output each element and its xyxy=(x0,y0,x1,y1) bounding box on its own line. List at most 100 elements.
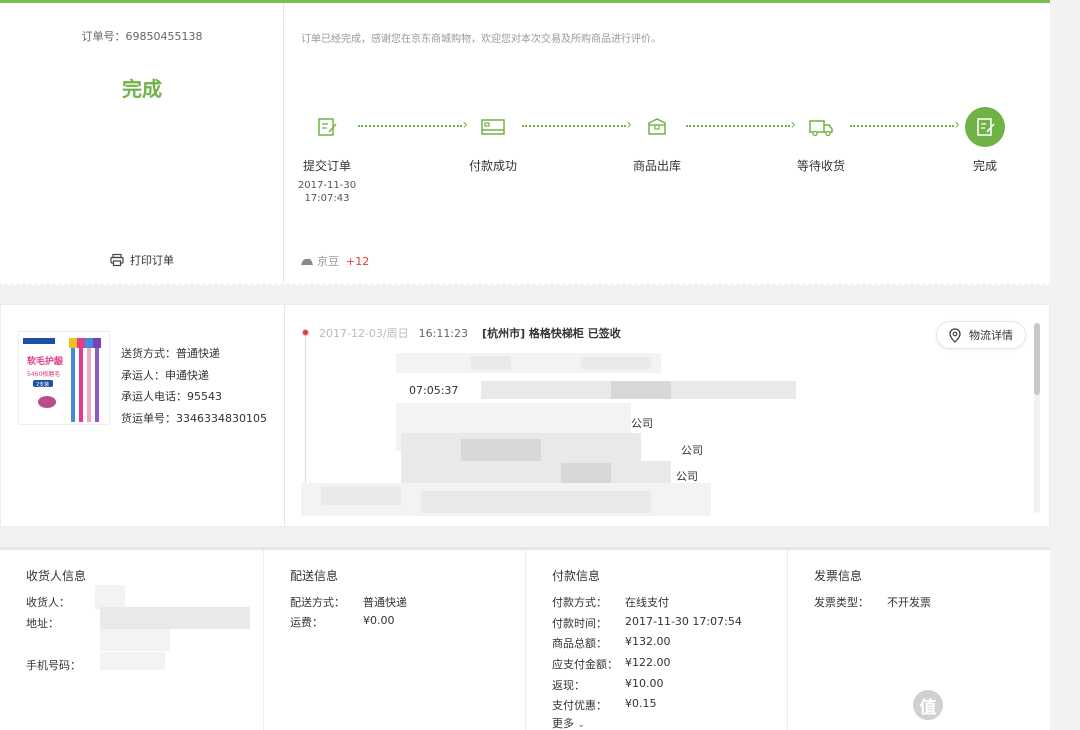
blurred-text xyxy=(421,491,651,513)
order-status: 完成 xyxy=(122,77,162,101)
delivery-method: 送货方式：普通快递 xyxy=(121,347,220,360)
more-label: 更多 xyxy=(552,717,574,730)
tracking-scrollbar[interactable] xyxy=(1034,323,1040,513)
complete-icon xyxy=(965,107,1005,147)
carrier: 承运人：申通快递 xyxy=(121,368,209,382)
kv-key: 返现： xyxy=(552,679,585,692)
kv-value: ¥10.00 xyxy=(625,677,664,690)
watermark-text: 什么值得买 xyxy=(949,694,1049,719)
receiver-info: 收货人信息 收货人： 地址： 手机号码： xyxy=(0,550,263,730)
logistics-panel: 软毛护龈 5460根磨毛 2支装 送货方式：普通快递 承运人：申通快递 承运人电… xyxy=(0,304,1050,527)
order-detail-page: 订单号：69850455138 完成 打印订单 订单已经完成，感谢您在京东商城购… xyxy=(0,0,1080,730)
payment-row: 返现： ¥10.00 xyxy=(552,677,664,693)
step-arrow xyxy=(358,117,468,133)
event-fragment: 公司 xyxy=(681,444,703,457)
event-fragment: 公司 xyxy=(631,417,653,430)
payment-card-icon xyxy=(473,107,513,147)
delivery-title: 配送信息 xyxy=(290,569,339,583)
print-order-button[interactable]: 打印订单 xyxy=(110,252,174,268)
step-arrow xyxy=(686,117,796,133)
submit-order-icon xyxy=(307,107,347,147)
step-submit-order: 提交订单 2017-11-30 17:07:43 xyxy=(287,103,367,205)
order-info-panel: 收货人信息 收货人： 地址： 手机号码： 配送信息 配送方式： 普通快递 运费： ¥… xyxy=(0,547,1050,730)
jingdou-icon xyxy=(301,258,313,265)
blurred-text xyxy=(471,356,511,370)
kv-value: 2017-11-30 17:07:54 xyxy=(625,615,742,628)
payment-row: 付款方式： 在线支付 xyxy=(552,594,669,610)
kv-key: 运费： xyxy=(290,616,323,629)
step-outbound: 商品出库 xyxy=(617,103,697,174)
kv-key: 付款方式： xyxy=(552,596,607,609)
step-awaiting-delivery: 等待收货 xyxy=(781,103,861,174)
blurred-text xyxy=(95,585,125,609)
step-payment-success: 付款成功 xyxy=(453,103,533,174)
order-summary: 订单号：69850455138 完成 打印订单 xyxy=(0,3,284,283)
receiver-name-label: 收货人： xyxy=(26,596,70,609)
step-label: 付款成功 xyxy=(468,159,517,173)
step-time: 2017-11-30 17:07:43 xyxy=(287,179,367,205)
invoice-type-row: 发票类型： 不开发票 xyxy=(814,594,931,610)
kv-key: 配送方式： xyxy=(290,596,345,609)
logistics-detail-label: 物流详情 xyxy=(969,329,1013,342)
payment-row: 支付优惠： ¥0.15 xyxy=(552,697,657,713)
kv-value: 在线支付 xyxy=(625,596,669,609)
receiver-name-row: 收货人： xyxy=(26,594,70,610)
order-complete-message: 订单已经完成，感谢您在京东商城购物，欢迎您对本次交易及所购商品进行评价。 xyxy=(301,34,661,45)
step-label: 等待收货 xyxy=(796,159,845,173)
blurred-text xyxy=(561,463,611,483)
payment-row: 应支付金额： ¥122.00 xyxy=(552,656,671,672)
location-pin-icon xyxy=(949,327,961,343)
blurred-text xyxy=(401,461,671,483)
jingdou-reward: 京豆 +12 xyxy=(300,253,369,269)
blurred-text xyxy=(321,487,401,505)
package-icon xyxy=(637,107,677,147)
receiver-phone-row: 手机号码： xyxy=(26,657,81,673)
receiver-phone-label: 手机号码： xyxy=(26,659,81,672)
step-arrow xyxy=(522,117,632,133)
order-number: 订单号：69850455138 xyxy=(81,30,203,43)
truck-icon xyxy=(801,107,841,147)
kv-value: 不开发票 xyxy=(887,596,931,609)
kv-value: ¥132.00 xyxy=(625,635,671,648)
blurred-text xyxy=(611,381,671,399)
invoice-title: 发票信息 xyxy=(814,569,863,583)
jingdou-value: +12 xyxy=(346,254,370,268)
blurred-text xyxy=(100,629,170,651)
receiver-title: 收货人信息 xyxy=(26,569,87,583)
tracking-number: 货运单号：3346334830105 xyxy=(121,411,267,425)
step-clock: 17:07:43 xyxy=(304,193,350,204)
order-progress-steps: 提交订单 2017-11-30 17:07:43 付款成功 商品出库 xyxy=(298,103,1020,213)
delivery-info: 配送信息 配送方式： 普通快递 运费： ¥0.00 xyxy=(263,550,525,730)
site-watermark: 值 什么值得买 xyxy=(913,690,1049,720)
kv-key: 付款时间： xyxy=(552,617,607,630)
step-arrow xyxy=(850,117,960,133)
payment-row: 付款时间： 2017-11-30 17:07:54 xyxy=(552,615,742,631)
product-thumbnail[interactable]: 软毛护龈 5460根磨毛 2支装 xyxy=(18,331,110,425)
blurred-text xyxy=(461,439,541,461)
carrier-phone: 承运人电话：95543 xyxy=(121,390,222,403)
blurred-text xyxy=(100,607,250,629)
thumb-subtitle: 5460根磨毛 xyxy=(27,370,60,378)
shipping-details: 送货方式：普通快递 承运人：申通快递 承运人电话：95543 货运单号：3346… xyxy=(121,343,267,429)
receiver-address-label: 地址： xyxy=(26,617,59,630)
shipping-summary: 软毛护龈 5460根磨毛 2支装 送货方式：普通快递 承运人：申通快递 承运人电… xyxy=(1,305,285,526)
thumb-title: 软毛护龈 xyxy=(27,355,64,367)
order-status-panel: 订单号：69850455138 完成 打印订单 订单已经完成，感谢您在京东商城购… xyxy=(0,0,1050,289)
zigzag-edge xyxy=(0,283,1050,289)
scrollbar-thumb[interactable] xyxy=(1034,323,1040,395)
printer-icon xyxy=(110,253,124,267)
payment-row: 商品总额： ¥132.00 xyxy=(552,635,671,651)
logistics-detail-button[interactable]: 物流详情 xyxy=(936,321,1026,349)
blurred-text xyxy=(581,357,651,369)
step-complete: 完成 xyxy=(945,103,1025,174)
tracking-timeline: 2017-12-03/周日 16:11:23 [杭州市] 格格快梯柜 已签收 07:… xyxy=(301,321,1036,516)
kv-key: 发票类型： xyxy=(814,596,869,609)
event-text: [杭州市] 格格快梯柜 已签收 xyxy=(482,327,621,340)
event-time: 16:11:23 xyxy=(418,327,469,340)
latest-tracking-event: 2017-12-03/周日 16:11:23 [杭州市] 格格快梯柜 已签收 xyxy=(319,325,621,341)
kv-key: 支付优惠： xyxy=(552,699,607,712)
event-fragment: 公司 xyxy=(676,470,698,483)
step-label: 提交订单 xyxy=(302,159,351,173)
jingdou-label: 京豆 xyxy=(317,255,339,268)
more-payment-link[interactable]: 更多 ⌄ xyxy=(552,715,585,730)
